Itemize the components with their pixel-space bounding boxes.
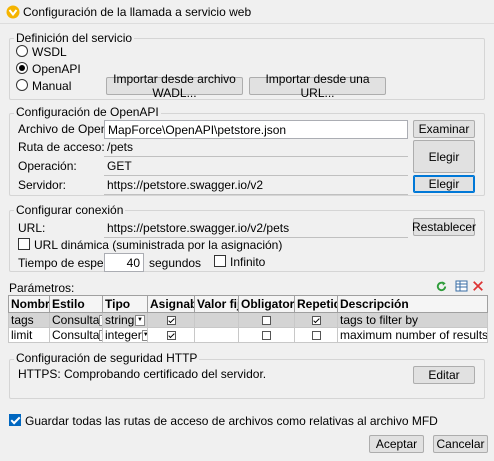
path-field: /pets	[104, 138, 408, 157]
url-label: URL:	[18, 221, 46, 235]
parameters-label: Parámetros:	[9, 281, 75, 295]
col-repeated[interactable]: Repetido	[294, 295, 338, 313]
param-style-select[interactable]: Consulta▼	[49, 327, 103, 343]
server-field: https://petstore.swagger.io/v2	[104, 176, 408, 195]
param-assignable[interactable]	[147, 327, 195, 343]
param-type-value: string	[105, 313, 135, 327]
param-name[interactable]: limit	[8, 327, 50, 343]
timeout-field[interactable]: 40	[104, 253, 144, 272]
operation-field: GET	[104, 157, 408, 176]
title-bar: Configuración de la llamada a servicio w…	[0, 0, 494, 24]
col-type[interactable]: Tipo	[102, 295, 148, 313]
openapi-settings-legend: Configuración de OpenAPI	[14, 105, 161, 119]
table-row[interactable]: limit Consulta▼ integer▼ maximum number …	[8, 327, 488, 343]
path-label: Ruta de acceso:	[18, 140, 105, 154]
param-fixed-value[interactable]	[194, 327, 239, 343]
app-icon	[6, 5, 20, 19]
param-assignable[interactable]	[147, 312, 195, 328]
edit-security-button[interactable]: Editar	[413, 366, 475, 384]
col-required[interactable]: Obligatorio	[238, 295, 295, 313]
param-type-select[interactable]: string ▼	[102, 312, 148, 328]
param-repeated[interactable]	[294, 312, 338, 328]
col-fixed-value[interactable]: Valor fijo	[194, 295, 239, 313]
ok-button[interactable]: Aceptar	[369, 435, 424, 453]
choose-server-button[interactable]: Elegir	[413, 175, 475, 193]
radio-manual-label[interactable]: Manual	[32, 79, 71, 93]
table-header: Nombre Estilo Tipo Asignable Valor fijo …	[8, 295, 488, 313]
dynamic-url-checkbox[interactable]	[18, 238, 30, 250]
timeout-value: 40	[126, 256, 140, 270]
parameters-table: Nombre Estilo Tipo Asignable Valor fijo …	[8, 295, 488, 343]
param-assignable-checkbox[interactable]	[166, 331, 176, 341]
openapi-file-field[interactable]: MapForce\OpenAPI\petstore.json	[104, 120, 408, 139]
col-style[interactable]: Estilo	[49, 295, 103, 313]
param-style-select[interactable]: Consulta▼	[49, 312, 103, 328]
choose-operation-button[interactable]: Elegir	[413, 140, 475, 173]
param-required-checkbox[interactable]	[262, 316, 271, 326]
param-type-select[interactable]: integer▼	[102, 327, 148, 343]
delete-icon[interactable]	[472, 280, 484, 292]
infinite-checkbox[interactable]	[214, 255, 226, 267]
seconds-label: segundos	[149, 256, 202, 270]
param-style-value: Consulta	[52, 313, 100, 327]
window-title: Configuración de la llamada a servicio w…	[23, 5, 252, 19]
col-description[interactable]: Descripción	[337, 295, 488, 313]
radio-wsdl-label[interactable]: WSDL	[32, 45, 67, 59]
infinite-label[interactable]: Infinito	[230, 255, 265, 269]
param-style-value: Consulta	[52, 328, 100, 342]
chevron-down-icon[interactable]: ▼	[135, 314, 145, 326]
import-wadl-button[interactable]: Importar desde archivo WADL...	[106, 72, 243, 100]
param-name[interactable]: tags	[8, 312, 50, 328]
col-assignable[interactable]: Asignable	[147, 295, 195, 313]
url-field[interactable]: https://petstore.swagger.io/v2/pets	[104, 219, 408, 238]
radio-manual[interactable]	[16, 79, 28, 91]
param-required[interactable]	[238, 327, 295, 343]
server-label: Servidor:	[18, 178, 67, 192]
cancel-button[interactable]: Cancelar	[433, 435, 488, 453]
connection-legend: Configurar conexión	[14, 203, 126, 217]
param-repeated[interactable]	[294, 327, 338, 343]
timeout-label: Tiempo de espera:	[18, 256, 118, 270]
relative-paths-checkbox[interactable]	[9, 414, 21, 426]
table-row[interactable]: tags Consulta▼ string▼ tags to filter by	[8, 312, 488, 328]
browse-button[interactable]: Examinar	[413, 120, 475, 138]
operation-label: Operación:	[18, 159, 77, 173]
import-url-button[interactable]: Importar desde una URL...	[249, 72, 386, 100]
relative-paths-label[interactable]: Guardar todas las rutas de acceso de arc…	[25, 414, 438, 428]
param-description: tags to filter by	[337, 312, 488, 328]
security-legend: Configuración de seguridad HTTP	[14, 351, 200, 365]
param-repeated-checkbox[interactable]	[311, 331, 321, 341]
param-required[interactable]	[238, 312, 295, 328]
service-definition-legend: Definición del servicio	[14, 31, 135, 45]
chevron-down-icon[interactable]: ▼	[141, 329, 147, 341]
refresh-icon[interactable]	[435, 280, 448, 293]
col-name[interactable]: Nombre	[8, 295, 50, 313]
radio-openapi-label[interactable]: OpenAPI	[32, 62, 81, 76]
param-type-value: integer	[105, 328, 142, 342]
param-assignable-checkbox[interactable]	[166, 316, 176, 326]
param-fixed-value[interactable]	[194, 312, 239, 328]
dynamic-url-label[interactable]: URL dinámica (suministrada por la asigna…	[34, 238, 282, 252]
param-description: maximum number of results to return	[337, 327, 488, 343]
param-required-checkbox[interactable]	[262, 331, 271, 341]
radio-wsdl[interactable]	[16, 45, 28, 57]
table-add-icon[interactable]	[455, 279, 469, 293]
param-repeated-checkbox[interactable]	[311, 316, 321, 326]
reset-button[interactable]: Restablecer	[412, 218, 476, 236]
security-status: HTTPS: Comprobando certificado del servi…	[18, 367, 267, 381]
radio-openapi[interactable]	[16, 62, 28, 74]
